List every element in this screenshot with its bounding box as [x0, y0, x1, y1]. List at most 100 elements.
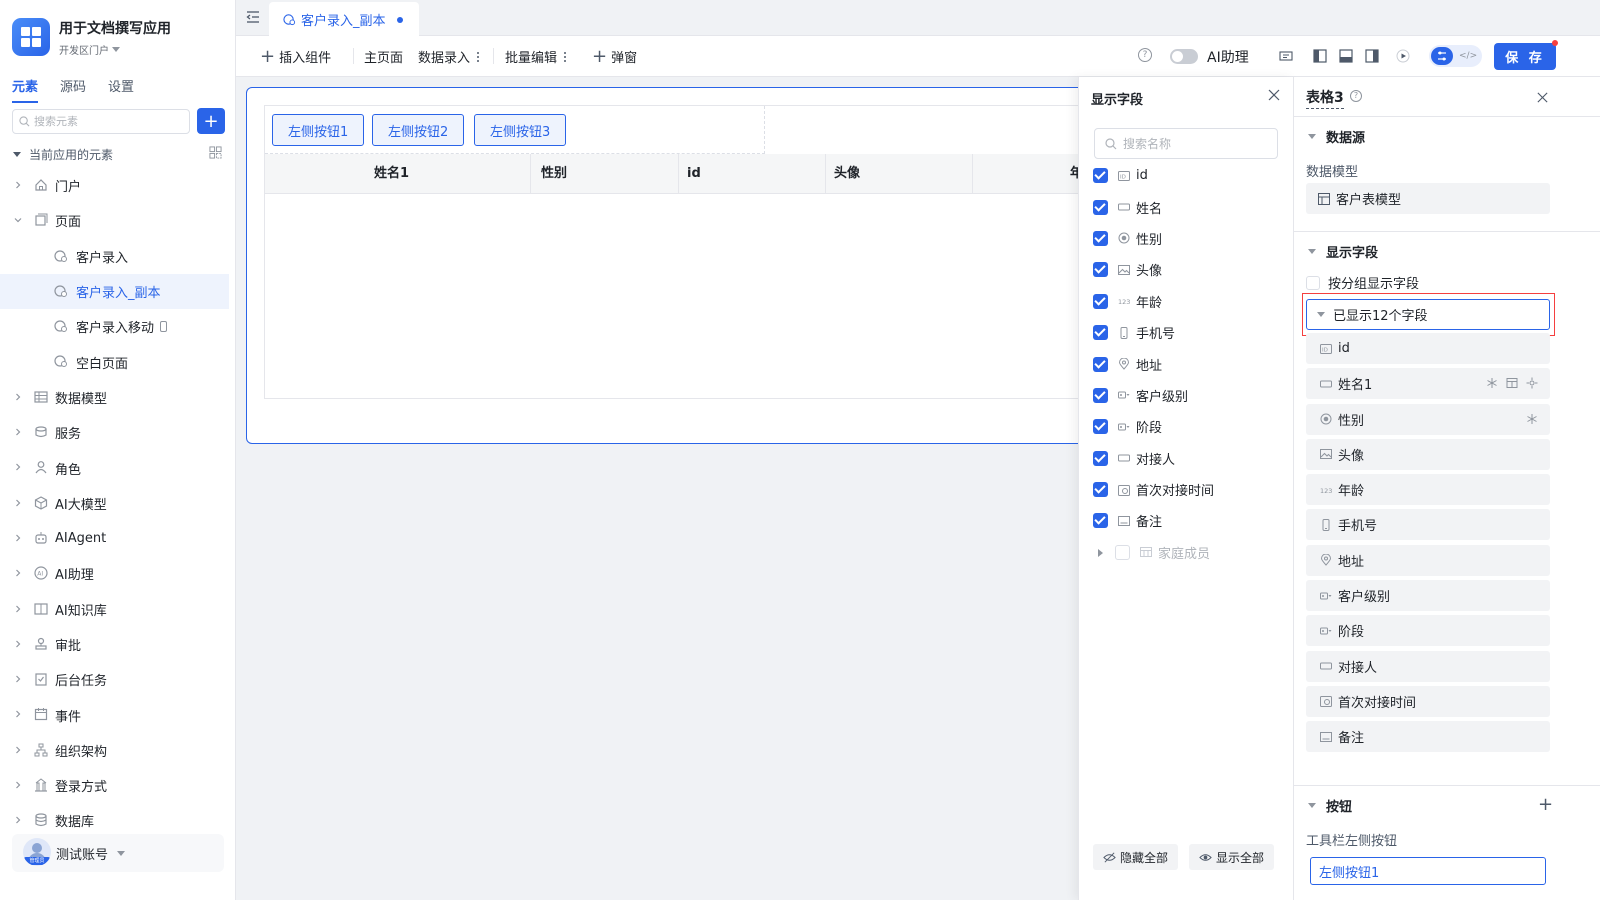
chevron-right-icon[interactable] [14, 710, 22, 718]
left-button-1[interactable]: 左侧按钮1 [272, 114, 365, 146]
group-by-option[interactable]: 按分组显示字段 [1306, 273, 1419, 292]
sidebar-item[interactable]: 服务 [0, 415, 236, 450]
add-element-button[interactable]: + [197, 108, 225, 134]
sidebar-item[interactable]: AIAgent [0, 521, 236, 556]
data-entry-menu[interactable]: 数据录入 [418, 47, 480, 66]
field-checkbox[interactable] [1093, 293, 1108, 309]
field-checkbox[interactable] [1093, 482, 1108, 498]
field-checkbox[interactable] [1115, 544, 1130, 560]
chevron-right-icon[interactable] [14, 569, 22, 577]
shown-fields-toggle[interactable]: 已显示12个字段 [1306, 299, 1550, 330]
field-checkbox[interactable] [1093, 387, 1108, 403]
show-all-button[interactable]: 显示全部 [1189, 844, 1275, 870]
sidebar-item[interactable]: 客户录入 [0, 239, 236, 274]
component-title[interactable]: 表格3 [1306, 87, 1344, 109]
field-checkbox[interactable] [1093, 230, 1108, 246]
shown-field-item[interactable]: 首次对接时间 [1306, 685, 1550, 717]
layout-icon[interactable] [1506, 377, 1518, 389]
chevron-right-icon[interactable] [14, 181, 22, 189]
table-component[interactable]: 左侧按钮1 左侧按钮2 左侧按钮3 姓名1 性别 id 头像 年 [246, 87, 1078, 444]
chevron-right-icon[interactable] [14, 781, 22, 789]
close-icon[interactable] [1536, 91, 1549, 104]
sidebar-item[interactable]: 门户 [0, 168, 236, 203]
column-header[interactable]: 姓名1 [265, 154, 531, 194]
field-checkbox[interactable] [1093, 168, 1108, 184]
sidebar-item[interactable]: 后台任务 [0, 662, 236, 697]
help-icon[interactable]: ? [1350, 90, 1362, 102]
chevron-right-icon[interactable] [14, 816, 22, 824]
save-button[interactable]: 保 存 [1494, 43, 1556, 70]
chevron-right-icon[interactable] [14, 499, 22, 507]
subtable-option[interactable]: 家庭成员 [1093, 537, 1289, 568]
left-button-2[interactable]: 左侧按钮2 [372, 114, 465, 146]
chevron-right-icon[interactable] [14, 675, 22, 683]
sidebar-item[interactable]: 角色 [0, 450, 236, 485]
tab-page-copy[interactable]: 客户录入_副本 [269, 2, 419, 36]
freeze-icon[interactable] [1486, 377, 1498, 389]
left-panel-icon[interactable] [1313, 49, 1327, 63]
component-tree-icon[interactable] [1279, 49, 1293, 63]
field-option[interactable]: 阶段 [1093, 411, 1289, 442]
sidebar-item[interactable]: 登录方式 [0, 768, 236, 803]
shown-field-item[interactable]: 手机号 [1306, 509, 1550, 541]
field-option[interactable]: 备注 [1093, 505, 1289, 536]
data-model-select[interactable]: 客户表模型 [1306, 183, 1550, 214]
chevron-right-icon[interactable] [14, 746, 22, 754]
datasource-section-header[interactable]: 数据源 [1308, 127, 1365, 146]
field-checkbox[interactable] [1093, 356, 1108, 372]
field-checkbox[interactable] [1093, 199, 1108, 215]
display-fields-section-header[interactable]: 显示字段 [1308, 242, 1378, 261]
portal-selector[interactable]: 开发区门户 [59, 42, 120, 57]
hide-all-button[interactable]: 隐藏全部 [1093, 844, 1179, 870]
chevron-right-icon[interactable] [14, 428, 22, 436]
sidebar-item[interactable]: 数据模型 [0, 380, 236, 415]
sidebar-item[interactable]: 页面 [0, 203, 236, 238]
code-mode-icon[interactable]: </> [1459, 49, 1477, 63]
shown-field-item[interactable]: 对接人 [1306, 650, 1550, 682]
chevron-right-icon[interactable] [14, 534, 22, 542]
batch-edit-menu[interactable]: 批量编辑 [505, 47, 567, 66]
bottom-panel-icon[interactable] [1339, 49, 1353, 63]
chevron-right-icon[interactable] [14, 605, 22, 613]
settings-icon[interactable] [1526, 377, 1538, 389]
field-checkbox[interactable] [1093, 450, 1108, 466]
tab-elements[interactable]: 元素 [12, 76, 39, 103]
sidebar-item[interactable]: 事件 [0, 697, 236, 732]
shown-field-item[interactable]: 备注 [1306, 721, 1550, 753]
main-page-button[interactable]: 主页面 [364, 47, 403, 66]
sidebar-item[interactable]: 审批 [0, 627, 236, 662]
column-header[interactable]: 头像 [826, 154, 973, 194]
shown-field-item[interactable]: 123 年龄 [1306, 474, 1550, 506]
tab-source[interactable]: 源码 [60, 76, 86, 103]
shown-field-item[interactable]: 阶段 [1306, 615, 1550, 647]
field-option[interactable]: 姓名 [1093, 191, 1289, 222]
sidebar-item[interactable]: 组织架构 [0, 733, 236, 768]
field-option[interactable]: 手机号 [1093, 317, 1289, 348]
shown-field-item[interactable]: 头像 [1306, 438, 1550, 470]
field-option[interactable]: 客户级别 [1093, 380, 1289, 411]
chevron-right-icon[interactable] [14, 640, 22, 648]
chevron-right-icon[interactable] [14, 463, 22, 471]
sidebar-item[interactable]: 客户录入移动 [0, 309, 236, 344]
field-option[interactable]: 123 年龄 [1093, 286, 1289, 317]
field-option[interactable]: 性别 [1093, 223, 1289, 254]
right-panel-icon[interactable] [1365, 49, 1379, 63]
tree-view-icon[interactable] [209, 146, 222, 159]
field-option[interactable]: ID id [1093, 160, 1289, 191]
close-icon[interactable] [1267, 88, 1281, 102]
group-by-checkbox[interactable] [1306, 275, 1320, 290]
chevron-down-icon[interactable] [14, 216, 22, 224]
field-option[interactable]: 地址 [1093, 348, 1289, 379]
field-option[interactable]: 首次对接时间 [1093, 474, 1289, 505]
buttons-section-header[interactable]: 按钮 [1308, 796, 1352, 815]
visual-mode-button[interactable] [1431, 47, 1453, 65]
field-search-input[interactable] [1123, 136, 1273, 151]
edit-mode-switch[interactable]: </> [1429, 45, 1482, 67]
insert-component-button[interactable]: + 插入组件 [260, 47, 331, 66]
sidebar-item[interactable]: 客户录入_副本 [0, 273, 229, 310]
chevron-right-icon[interactable] [14, 393, 22, 401]
account-menu[interactable]: 管理员 测试账号 [12, 834, 224, 872]
field-checkbox[interactable] [1093, 325, 1108, 341]
sidebar-item[interactable]: 空白页面 [0, 344, 236, 379]
shown-field-item[interactable]: ID id [1306, 333, 1550, 364]
